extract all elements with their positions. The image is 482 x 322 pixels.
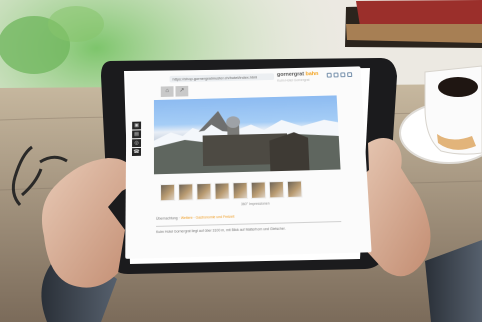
book-icon[interactable]: ▣ [132,121,142,130]
download-icon[interactable] [333,72,339,78]
gallery-thumb-7[interactable] [268,180,285,199]
gallery-thumb-8[interactable] [286,180,303,198]
content-tab-2[interactable]: Weitere [181,216,193,220]
home-tab-icon[interactable]: ⌂ [160,86,174,98]
cloud-icon[interactable] [326,72,332,78]
calendar-icon[interactable]: ▤ [132,130,142,139]
brand-name: gornergrat [276,71,305,78]
brand-suffix: bahn [305,71,319,78]
info-icon[interactable] [340,72,346,78]
gallery-thumb-2[interactable] [178,183,194,201]
plant-leaves-2 [48,6,104,42]
gallery-thumb-4[interactable] [214,182,230,200]
gallery-caption: 360° Impressionen [240,201,270,207]
hotel-hero-image [153,95,341,175]
gallery-thumb-1[interactable] [160,183,176,202]
book-pages [346,24,482,43]
content-tab-1[interactable]: Übernachtung [156,216,178,221]
coffee [438,77,478,97]
share-tab-icon[interactable]: ↗ [175,85,189,97]
content-tab-3[interactable]: Gastronomie und Freizeit [196,215,235,220]
phone-icon[interactable]: ☎ [131,147,142,157]
menu-icon[interactable] [347,72,353,78]
address-bar[interactable]: https://shop.gornergratmuster.ch/hotel/i… [169,73,275,83]
toolbar-icons [326,72,357,78]
body-copy: Kulm Hotel Gornergrat liegt auf über 310… [156,226,286,235]
hotel-text: Übernachtung · Weitere · Gastronomie und… [156,212,342,235]
gallery-thumbnails [160,180,338,202]
gallery-thumb-3[interactable] [196,182,212,201]
map-icon[interactable]: ◎ [132,139,142,148]
tablet-webpage: https://shop.gornergratmuster.ch/hotel/i… [125,66,372,259]
gallery-thumb-5[interactable] [232,181,249,200]
gallery-thumb-6[interactable] [250,181,267,199]
